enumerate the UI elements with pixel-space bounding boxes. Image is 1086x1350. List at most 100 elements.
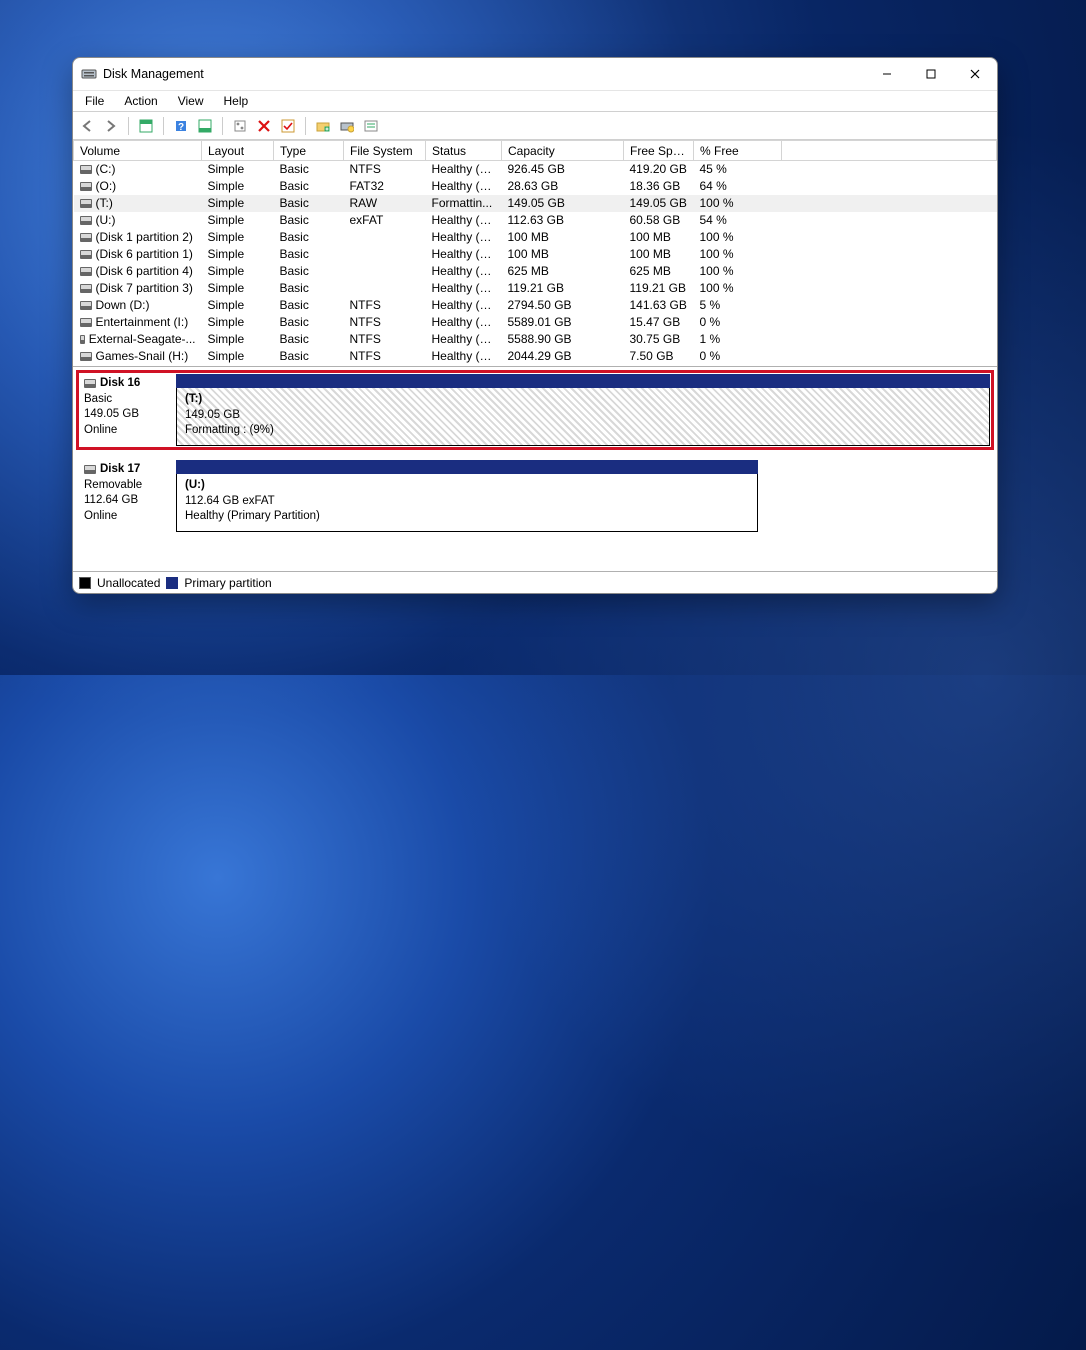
menu-action[interactable]: Action [116, 92, 165, 110]
folder-add-icon[interactable] [313, 116, 333, 136]
volume-icon [80, 182, 92, 191]
volume-name-cell: Games-Zippy (G:) [74, 365, 202, 368]
volume-row[interactable]: (Disk 6 partition 4)SimpleBasicHealthy (… [74, 263, 997, 280]
properties-icon[interactable] [361, 116, 381, 136]
column-header[interactable]: Capacity [502, 141, 624, 161]
column-spacer [782, 141, 997, 161]
volume-name-cell: (C:) [74, 161, 202, 178]
disk-name: Disk 16 [100, 376, 140, 392]
volume-icon [80, 284, 92, 293]
menu-bar: File Action View Help [73, 90, 997, 112]
volume-name-cell: (T:) [74, 195, 202, 212]
partition-detail: 112.64 GB exFAT [185, 494, 749, 510]
volume-name-cell: External-Seagate-... [74, 331, 202, 348]
disk-state: Online [84, 423, 174, 439]
menu-view[interactable]: View [170, 92, 212, 110]
column-header[interactable]: Volume [74, 141, 202, 161]
volume-icon [80, 250, 92, 259]
checkmark-icon[interactable] [278, 116, 298, 136]
title-bar[interactable]: Disk Management [73, 58, 997, 90]
toolbar-separator [128, 117, 129, 135]
forward-icon[interactable] [101, 116, 121, 136]
column-header[interactable]: Type [274, 141, 344, 161]
volume-name-cell: (U:) [74, 212, 202, 229]
disk-17-row[interactable]: Disk 17 Removable 112.64 GB Online (U:) … [76, 456, 994, 536]
disk-16-info: Disk 16 Basic 149.05 GB Online [80, 374, 176, 446]
column-header[interactable]: % Free [694, 141, 782, 161]
svg-text:?: ? [178, 122, 184, 133]
partition-t[interactable]: (T:) 149.05 GB Formatting : (9%) [176, 388, 990, 446]
volume-list[interactable]: VolumeLayoutTypeFile SystemStatusCapacit… [73, 140, 997, 367]
delete-icon[interactable] [254, 116, 274, 136]
window-title: Disk Management [103, 67, 204, 81]
volume-row[interactable]: External-Seagate-...SimpleBasicNTFSHealt… [74, 331, 997, 348]
partition-header [176, 374, 990, 388]
column-header[interactable]: File System [344, 141, 426, 161]
volume-name-cell: Games-Snail (H:) [74, 348, 202, 365]
volume-name-cell: (Disk 6 partition 4) [74, 263, 202, 280]
legend-unallocated: Unallocated [97, 576, 160, 590]
volume-name-cell: (Disk 1 partition 2) [74, 229, 202, 246]
volume-row[interactable]: (Disk 1 partition 2)SimpleBasicHealthy (… [74, 229, 997, 246]
partition-label: (U:) [185, 478, 749, 494]
partition-label: (T:) [185, 392, 981, 408]
menu-help[interactable]: Help [216, 92, 257, 110]
partition-status: Healthy (Primary Partition) [185, 509, 749, 525]
column-header[interactable]: Layout [202, 141, 274, 161]
menu-file[interactable]: File [77, 92, 112, 110]
volume-row[interactable]: (T:)SimpleBasicRAWFormattin...149.05 GB1… [74, 195, 997, 212]
toolbar-separator [305, 117, 306, 135]
legend-primary: Primary partition [184, 576, 271, 590]
volume-row[interactable]: Games-Snail (H:)SimpleBasicNTFSHealthy (… [74, 348, 997, 365]
disk-name: Disk 17 [100, 462, 140, 478]
back-icon[interactable] [77, 116, 97, 136]
view-top-icon[interactable] [136, 116, 156, 136]
disk-type: Basic [84, 392, 174, 408]
disk-17-info: Disk 17 Removable 112.64 GB Online [80, 460, 176, 532]
volume-row[interactable]: (O:)SimpleBasicFAT32Healthy (A...28.63 G… [74, 178, 997, 195]
toolbar-separator [163, 117, 164, 135]
partition-header [176, 460, 758, 474]
volume-row[interactable]: (U:)SimpleBasicexFATHealthy (P...112.63 … [74, 212, 997, 229]
disk-16-row[interactable]: Disk 16 Basic 149.05 GB Online (T:) 149.… [76, 370, 994, 450]
close-button[interactable] [953, 58, 997, 90]
partition-u[interactable]: (U:) 112.64 GB exFAT Healthy (Primary Pa… [176, 474, 758, 532]
disk-icon [84, 465, 96, 474]
volume-icon [80, 199, 92, 208]
volume-row[interactable]: Entertainment (I:)SimpleBasicNTFSHealthy… [74, 314, 997, 331]
volume-name-cell: Down (D:) [74, 297, 202, 314]
volume-name-cell: (Disk 6 partition 1) [74, 246, 202, 263]
volume-row[interactable]: (Disk 7 partition 3)SimpleBasicHealthy (… [74, 280, 997, 297]
legend: Unallocated Primary partition [73, 571, 997, 593]
view-bottom-icon[interactable] [195, 116, 215, 136]
volume-icon [80, 216, 92, 225]
volume-row[interactable]: Games-Zippy (G:)SimpleBasicNTFSHealthy (… [74, 365, 997, 368]
column-header[interactable]: Free Spa... [624, 141, 694, 161]
disk-new-icon[interactable] [337, 116, 357, 136]
toolbar: ? [73, 112, 997, 140]
disk-panes[interactable]: Disk 16 Basic 149.05 GB Online (T:) 149.… [73, 367, 997, 571]
partition-status: Formatting : (9%) [185, 423, 981, 439]
disk-size: 112.64 GB [84, 493, 174, 509]
primary-swatch [166, 577, 178, 589]
maximize-button[interactable] [909, 58, 953, 90]
volume-icon [80, 165, 92, 174]
app-icon [81, 66, 97, 82]
disk-management-window: Disk Management File Action View Help ? [72, 57, 998, 594]
volume-icon [80, 352, 92, 361]
help-icon[interactable]: ? [171, 116, 191, 136]
volume-name-cell: (O:) [74, 178, 202, 195]
column-header[interactable]: Status [426, 141, 502, 161]
volume-table: VolumeLayoutTypeFile SystemStatusCapacit… [73, 140, 997, 367]
minimize-button[interactable] [865, 58, 909, 90]
unallocated-swatch [79, 577, 91, 589]
volume-row[interactable]: (C:)SimpleBasicNTFSHealthy (B...926.45 G… [74, 161, 997, 178]
disk-state: Online [84, 509, 174, 525]
disk-size: 149.05 GB [84, 407, 174, 423]
volume-row[interactable]: Down (D:)SimpleBasicNTFSHealthy (B...279… [74, 297, 997, 314]
volume-name-cell: (Disk 7 partition 3) [74, 280, 202, 297]
volume-row[interactable]: (Disk 6 partition 1)SimpleBasicHealthy (… [74, 246, 997, 263]
settings-icon[interactable] [230, 116, 250, 136]
disk-type: Removable [84, 478, 174, 494]
volume-icon [80, 267, 92, 276]
